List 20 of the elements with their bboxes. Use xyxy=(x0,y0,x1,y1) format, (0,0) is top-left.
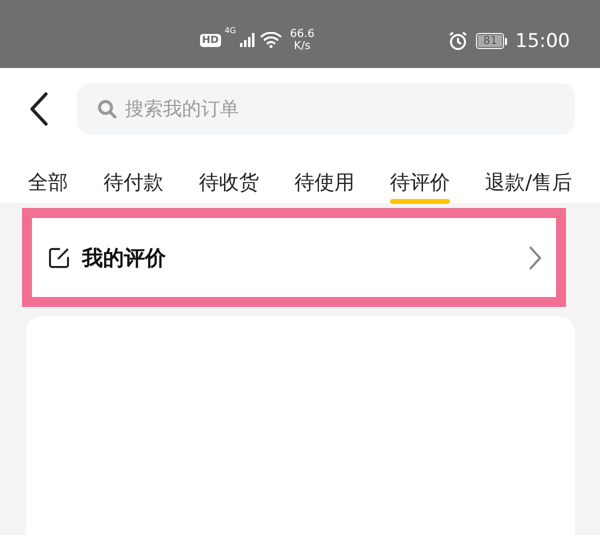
clock: 15:00 xyxy=(515,30,570,52)
tab[interactable]: 退款/售后 xyxy=(485,146,572,206)
wifi-icon xyxy=(260,32,282,48)
tab[interactable]: 待使用 xyxy=(294,146,354,206)
back-icon[interactable] xyxy=(28,92,50,126)
battery-icon: 81 xyxy=(476,33,508,49)
tab[interactable]: 待付款 xyxy=(103,146,164,206)
tab[interactable]: 全部 xyxy=(28,146,68,206)
my-reviews-row[interactable]: 我的评价 xyxy=(32,218,556,297)
signal-icon xyxy=(240,33,256,47)
alarm-icon xyxy=(448,31,468,51)
hd-badge: HD xyxy=(200,34,221,46)
search-field[interactable]: 搜索我的订单 xyxy=(77,83,575,135)
chevron-right-icon xyxy=(528,244,542,270)
speed-unit: K/s xyxy=(294,40,311,52)
tab[interactable]: 待评价 xyxy=(390,146,450,206)
network-type: 4G xyxy=(224,26,236,35)
tab[interactable]: 待收货 xyxy=(198,146,259,206)
edit-icon xyxy=(48,246,70,268)
network-speed: 66.6 xyxy=(290,28,314,40)
